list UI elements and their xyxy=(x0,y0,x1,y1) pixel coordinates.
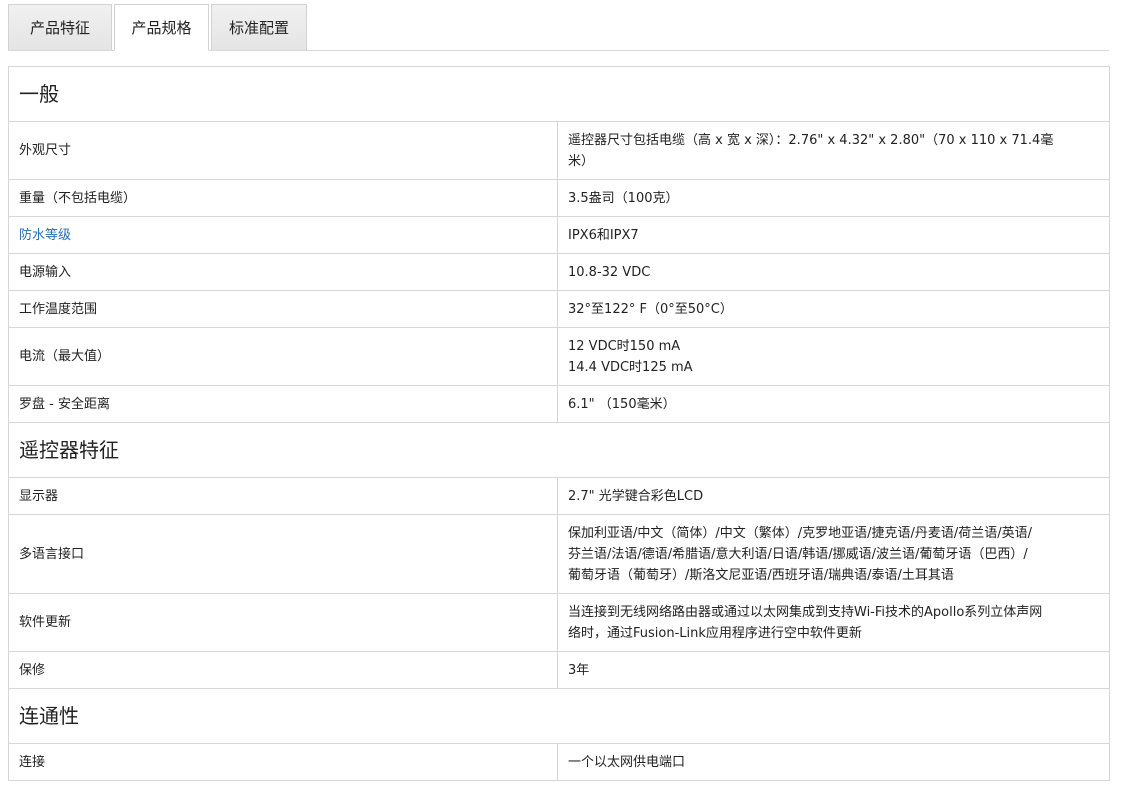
spec-row: 外观尺寸 遥控器尺寸包括电缆（高 x 宽 x 深）：2.76" x 4.32" x… xyxy=(8,121,1110,180)
tab-product-features[interactable]: 产品特征 xyxy=(8,4,112,50)
spec-row: 罗盘 - 安全距离 6.1" （150毫米） xyxy=(8,385,1110,423)
spec-value: 3.5盎司（100克） xyxy=(557,179,1110,217)
spec-value-line: 葡萄牙语（葡萄牙）/斯洛文尼亚语/西班牙语/瑞典语/泰语/土耳其语 xyxy=(568,567,954,583)
spec-value-line: 6.1" （150毫米） xyxy=(568,396,676,412)
spec-label: 外观尺寸 xyxy=(8,121,558,180)
spec-value-line: 一个以太网供电端口 xyxy=(568,754,686,770)
section-title: 连通性 xyxy=(8,688,1110,744)
spec-value: 3年 xyxy=(557,651,1110,689)
spec-value-line: 保加利亚语/中文（简体）/中文（繁体）/克罗地亚语/捷克语/丹麦语/荷兰语/英语… xyxy=(568,525,1033,541)
spec-value: 当连接到无线网络路由器或通过以太网集成到支持Wi-Fi技术的Apollo系列立体… xyxy=(557,593,1110,652)
spec-value-line: IPX6和IPX7 xyxy=(568,227,639,243)
spec-label: 显示器 xyxy=(8,477,558,515)
spec-value-line: 2.7" 光学键合彩色LCD xyxy=(568,488,704,504)
spec-value: 2.7" 光学键合彩色LCD xyxy=(557,477,1110,515)
spec-value-line: 14.4 VDC时125 mA xyxy=(568,359,693,375)
spec-table: 一般 外观尺寸 遥控器尺寸包括电缆（高 x 宽 x 深）：2.76" x 4.32"… xyxy=(8,66,1110,781)
spec-label: 保修 xyxy=(8,651,558,689)
spec-row: 显示器 2.7" 光学键合彩色LCD xyxy=(8,477,1110,515)
spec-label: 电流（最大值） xyxy=(8,327,558,386)
spec-value: 12 VDC时150 mA 14.4 VDC时125 mA xyxy=(557,327,1110,386)
spec-row: 保修 3年 xyxy=(8,651,1110,689)
spec-value-line: 络时，通过Fusion-Link应用程序进行空中软件更新 xyxy=(568,625,862,641)
spec-row: 软件更新 当连接到无线网络路由器或通过以太网集成到支持Wi-Fi技术的Apollo… xyxy=(8,593,1110,652)
section-header: 连通性 xyxy=(8,688,1110,744)
spec-row: 电源输入 10.8-32 VDC xyxy=(8,253,1110,291)
tab-product-specs[interactable]: 产品规格 xyxy=(114,4,209,51)
spec-value: 遥控器尺寸包括电缆（高 x 宽 x 深）：2.76" x 4.32" x 2.8… xyxy=(557,121,1110,180)
tab-standard-config[interactable]: 标准配置 xyxy=(211,4,307,50)
spec-label: 软件更新 xyxy=(8,593,558,652)
spec-label: 电源输入 xyxy=(8,253,558,291)
spec-row: 重量（不包括电缆） 3.5盎司（100克） xyxy=(8,179,1110,217)
spec-value: IPX6和IPX7 xyxy=(557,216,1110,254)
spec-label: 重量（不包括电缆） xyxy=(8,179,558,217)
section-header: 一般 xyxy=(8,66,1110,122)
spec-value: 保加利亚语/中文（简体）/中文（繁体）/克罗地亚语/捷克语/丹麦语/荷兰语/英语… xyxy=(557,514,1110,594)
spec-value-line: 3.5盎司（100克） xyxy=(568,190,679,206)
section-title: 遥控器特征 xyxy=(8,422,1110,478)
spec-value-line: 3年 xyxy=(568,662,590,678)
spec-row: 电流（最大值） 12 VDC时150 mA 14.4 VDC时125 mA xyxy=(8,327,1110,386)
spec-value-line: 10.8-32 VDC xyxy=(568,264,651,280)
spec-value-line: 32°至122° F（0°至50°C） xyxy=(568,301,733,317)
spec-label: 连接 xyxy=(8,743,558,781)
spec-value-line: 当连接到无线网络路由器或通过以太网集成到支持Wi-Fi技术的Apollo系列立体… xyxy=(568,604,1043,620)
spec-value: 32°至122° F（0°至50°C） xyxy=(557,290,1110,328)
section-title: 一般 xyxy=(8,66,1110,122)
spec-value: 6.1" （150毫米） xyxy=(557,385,1110,423)
spec-value-line: 米） xyxy=(568,153,595,169)
spec-label: 罗盘 - 安全距离 xyxy=(8,385,558,423)
section-header: 遥控器特征 xyxy=(8,422,1110,478)
spec-row: 防水等级 IPX6和IPX7 xyxy=(8,216,1110,254)
spec-label: 多语言接口 xyxy=(8,514,558,594)
spec-value: 一个以太网供电端口 xyxy=(557,743,1110,781)
spec-value: 10.8-32 VDC xyxy=(557,253,1110,291)
spec-value-line: 芬兰语/法语/德语/希腊语/意大利语/日语/韩语/挪威语/波兰语/葡萄牙语（巴西… xyxy=(568,546,1028,562)
spec-label: 工作温度范围 xyxy=(8,290,558,328)
spec-row: 多语言接口 保加利亚语/中文（简体）/中文（繁体）/克罗地亚语/捷克语/丹麦语/荷… xyxy=(8,514,1110,594)
tab-bar: 产品特征 产品规格 标准配置 xyxy=(8,4,1109,51)
spec-value-line: 12 VDC时150 mA xyxy=(568,338,681,354)
spec-value-line: 遥控器尺寸包括电缆（高 x 宽 x 深）：2.76" x 4.32" x 2.8… xyxy=(568,132,1054,148)
spec-label[interactable]: 防水等级 xyxy=(8,216,558,254)
spec-row: 连接 一个以太网供电端口 xyxy=(8,743,1110,781)
spec-row: 工作温度范围 32°至122° F（0°至50°C） xyxy=(8,290,1110,328)
